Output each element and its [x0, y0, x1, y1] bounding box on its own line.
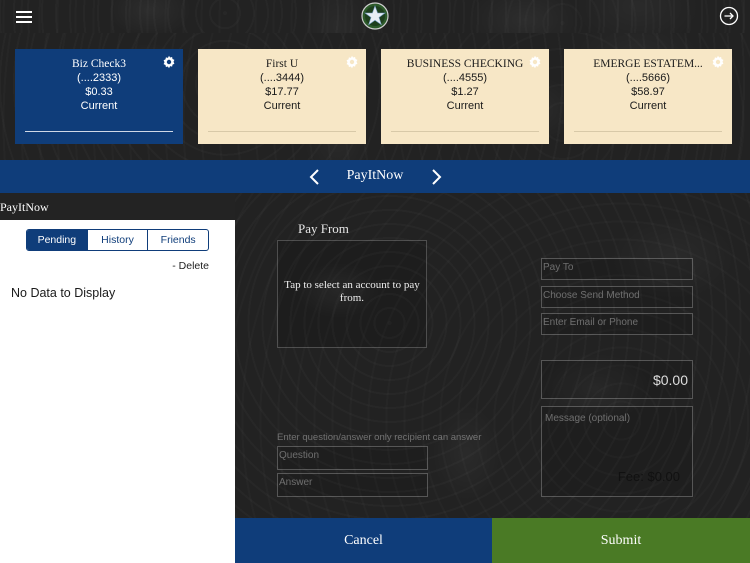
account-balance: $0.33	[85, 86, 113, 98]
account-number: (....5666)	[625, 72, 671, 84]
pay-from-prompt: Tap to select an account to pay from.	[284, 279, 420, 304]
panel-heading: PayItNow	[0, 193, 235, 220]
cancel-button[interactable]: Cancel	[235, 518, 492, 563]
account-card[interactable]: Biz Check3 (....2333) $0.33 Current	[15, 49, 183, 144]
transaction-filter-tabs: Pending History Friends	[26, 229, 209, 251]
send-method-select[interactable]: Choose Send Method	[541, 286, 693, 308]
account-name: BUSINESS CHECKING	[406, 58, 524, 70]
gear-icon[interactable]	[711, 55, 725, 69]
email-phone-field[interactable]: Enter Email or Phone	[541, 313, 693, 335]
logout-icon[interactable]	[719, 6, 739, 26]
tab-history[interactable]: History	[86, 230, 148, 250]
account-name: EMERGE ESTATEM...	[593, 58, 703, 70]
gear-icon[interactable]	[345, 55, 359, 69]
account-status: Current	[446, 100, 484, 112]
message-field[interactable]: Message (optional) Fee: $0.00	[541, 406, 693, 497]
gear-icon[interactable]	[162, 55, 176, 69]
account-number: (....4555)	[442, 72, 488, 84]
app-header	[0, 0, 750, 33]
delete-link[interactable]: - Delete	[172, 260, 209, 272]
account-card[interactable]: EMERGE ESTATEM... (....5666) $58.97 Curr…	[564, 49, 732, 144]
accounts-strip: Biz Check3 (....2333) $0.33 Current Firs…	[0, 33, 750, 160]
account-balance: $1.27	[451, 86, 479, 98]
page-title: PayItNow	[346, 168, 404, 183]
empty-state-message: No Data to Display	[11, 286, 116, 300]
message-placeholder: Message (optional)	[545, 413, 631, 424]
account-status: Current	[80, 100, 118, 112]
question-field[interactable]: Question	[277, 446, 428, 470]
star-logo-icon	[361, 2, 389, 30]
divider	[208, 131, 356, 132]
submit-button[interactable]: Submit	[492, 518, 750, 563]
pay-to-field[interactable]: Pay To	[541, 258, 693, 280]
question-instructions: Enter question/answer only recipient can…	[277, 432, 482, 443]
account-card[interactable]: BUSINESS CHECKING (....4555) $1.27 Curre…	[381, 49, 549, 144]
divider	[574, 131, 722, 132]
account-name: Biz Check3	[72, 58, 126, 70]
account-number: (....3444)	[259, 72, 305, 84]
account-balance: $58.97	[631, 86, 665, 98]
answer-field[interactable]: Answer	[277, 473, 428, 497]
transactions-panel: PayItNow Pending History Friends - Delet…	[0, 193, 235, 563]
account-balance: $17.77	[265, 86, 299, 98]
divider	[25, 131, 173, 132]
amount-field[interactable]: $0.00	[541, 360, 693, 399]
tab-pending[interactable]: Pending	[27, 230, 87, 250]
fee-label: Fee: $0.00	[617, 469, 680, 484]
pay-from-label: Pay From	[298, 221, 349, 236]
account-status: Current	[263, 100, 301, 112]
account-number: (....2333)	[76, 72, 122, 84]
payment-form: Pay From Tap to select an account to pay…	[235, 193, 750, 518]
tab-friends[interactable]: Friends	[147, 230, 208, 250]
chevron-right-icon[interactable]	[429, 168, 443, 186]
hamburger-menu-icon[interactable]	[14, 8, 34, 24]
account-status: Current	[629, 100, 667, 112]
account-card[interactable]: First U (....3444) $17.77 Current	[198, 49, 366, 144]
account-name: First U	[265, 58, 299, 70]
gear-icon[interactable]	[528, 55, 542, 69]
section-titlebar: PayItNow	[0, 160, 750, 193]
pay-from-selector[interactable]: Tap to select an account to pay from.	[277, 240, 427, 348]
divider	[391, 131, 539, 132]
